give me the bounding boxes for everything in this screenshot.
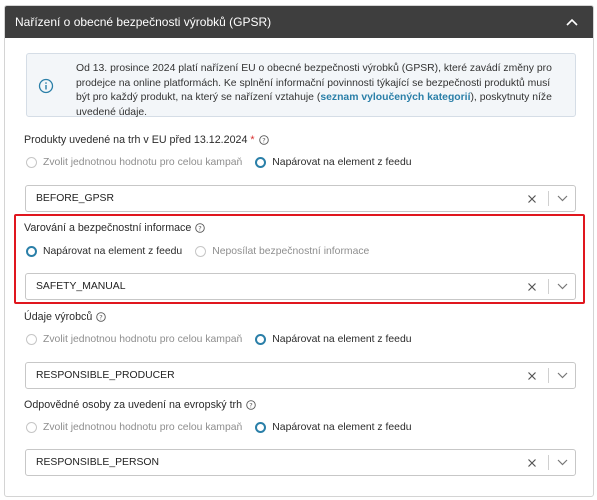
field-label-producers: Údaje výrobců ?	[24, 311, 107, 323]
radio-option-uniform-value[interactable]: Zvolit jednotnou hodnotu pro celou kampa…	[26, 334, 242, 345]
radio-circle-selected	[255, 157, 267, 168]
chevron-down-icon[interactable]	[551, 186, 573, 211]
field-label-responsible-persons: Odpovědné osoby za uvedení na evropský t…	[24, 399, 256, 411]
radio-circle	[26, 157, 37, 168]
required-mark: *	[250, 134, 255, 146]
select-value: RESPONSIBLE_PERSON	[36, 457, 159, 468]
field-label-text: Údaje výrobců	[24, 311, 93, 323]
field-label-before-gpsr: Produkty uvedené na trh v EU před 13.12.…	[24, 134, 269, 146]
select-producers[interactable]: RESPONSIBLE_PRODUCER	[25, 362, 576, 389]
radio-option-uniform-value[interactable]: Zvolit jednotnou hodnotu pro celou kampa…	[26, 157, 242, 168]
radio-circle-selected	[255, 334, 267, 345]
info-box: Od 13. prosince 2024 platí nařízení EU o…	[26, 53, 576, 120]
svg-text:?: ?	[249, 401, 252, 409]
clear-icon[interactable]	[520, 186, 544, 211]
panel-title: Nařízení o obecné bezpečnosti výrobků (G…	[15, 15, 272, 29]
clear-icon[interactable]	[520, 450, 544, 475]
select-separator	[548, 368, 549, 383]
radio-label: Zvolit jednotnou hodnotu pro celou kampa…	[43, 157, 243, 168]
radio-label: Zvolit jednotnou hodnotu pro celou kampa…	[43, 334, 243, 345]
info-icon	[38, 78, 54, 94]
select-separator	[548, 191, 549, 206]
help-icon[interactable]: ?	[246, 400, 256, 410]
radio-circle-selected	[255, 422, 267, 433]
radio-circle	[26, 422, 37, 433]
field-label-text: Produkty uvedené na trh v EU před 13.12.…	[24, 134, 248, 146]
clear-icon[interactable]	[520, 363, 544, 388]
excluded-categories-link[interactable]: seznam vyloučených kategorií	[320, 92, 470, 103]
radio-label: Napárovat na element z feedu	[272, 422, 412, 433]
radio-label: Napárovat na element z feedu	[272, 334, 412, 345]
info-text: Od 13. prosince 2024 platí nařízení EU o…	[76, 62, 561, 120]
radio-label: Napárovat na element z feedu	[272, 157, 412, 168]
select-value: RESPONSIBLE_PRODUCER	[36, 370, 175, 381]
svg-text:?: ?	[262, 136, 265, 144]
field-label-text: Odpovědné osoby za uvedení na evropský t…	[24, 399, 243, 411]
radio-group-before-gpsr: Zvolit jednotnou hodnotu pro celou kampa…	[26, 157, 412, 168]
radio-option-map-feed[interactable]: Napárovat na element z feedu	[255, 334, 412, 345]
panel-header[interactable]: Nařízení o obecné bezpečnosti výrobků (G…	[5, 6, 593, 38]
radio-group-producers: Zvolit jednotnou hodnotu pro celou kampa…	[26, 334, 412, 345]
radio-option-map-feed[interactable]: Napárovat na element z feedu	[255, 422, 412, 433]
chevron-down-icon[interactable]	[551, 450, 573, 475]
chevron-up-icon[interactable]	[563, 13, 581, 31]
select-value: BEFORE_GPSR	[36, 193, 114, 204]
radio-option-map-feed[interactable]: Napárovat na element z feedu	[255, 157, 412, 168]
radio-circle	[26, 334, 37, 345]
radio-option-uniform-value[interactable]: Zvolit jednotnou hodnotu pro celou kampa…	[26, 422, 242, 433]
chevron-down-icon[interactable]	[551, 363, 573, 388]
radio-group-responsible-persons: Zvolit jednotnou hodnotu pro celou kampa…	[26, 422, 412, 433]
highlight-frame	[14, 214, 585, 304]
select-separator	[548, 455, 549, 470]
select-responsible-persons[interactable]: RESPONSIBLE_PERSON	[25, 449, 576, 476]
radio-label: Zvolit jednotnou hodnotu pro celou kampa…	[43, 422, 243, 433]
select-before-gpsr[interactable]: BEFORE_GPSR	[25, 185, 576, 212]
help-icon[interactable]: ?	[258, 135, 269, 145]
help-icon[interactable]: ?	[96, 312, 107, 322]
svg-text:?: ?	[100, 313, 103, 321]
